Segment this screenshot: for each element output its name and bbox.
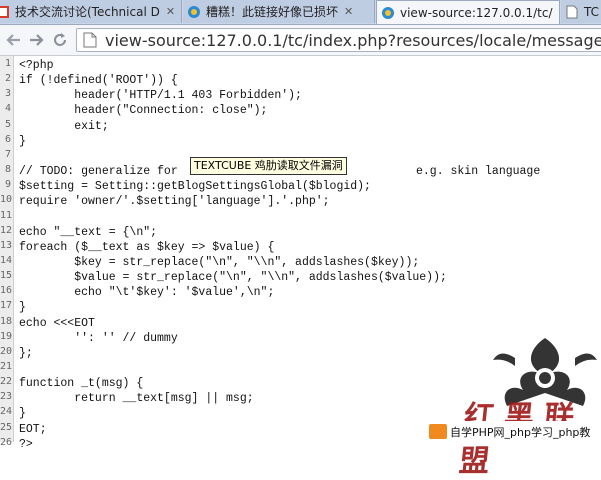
line-number: 23	[0, 391, 13, 403]
page-icon	[83, 32, 101, 48]
error-favicon-icon	[186, 4, 202, 20]
line-number: 11	[0, 209, 13, 221]
forward-arrow-icon[interactable]	[26, 30, 46, 50]
code-line: }	[19, 134, 26, 148]
code-line: };	[19, 346, 33, 360]
tab-label: view-source:127.0.0.1/tc/	[400, 5, 553, 20]
reload-icon[interactable]	[50, 30, 70, 50]
tab-bar: 技术交流讨论(Technical D ✕ 糟糕！此链接好像已损坏 ✕ view-…	[0, 0, 601, 25]
tab-label: 糟糕！此链接好像已损坏	[206, 5, 339, 19]
code-line: foreach ($__text as $key => $value) {	[19, 240, 275, 254]
line-number: 19	[0, 330, 13, 342]
line-number: 13	[0, 239, 13, 251]
line-number: 22	[0, 376, 13, 388]
code-line: // TODO: generalize for	[19, 165, 178, 179]
close-icon[interactable]: ✕	[166, 5, 175, 18]
line-number: 24	[0, 406, 13, 418]
close-icon[interactable]: ✕	[344, 5, 353, 18]
tab-view-source[interactable]: view-source:127.0.0.1/tc/ ✕	[376, 0, 560, 24]
tab-broken-link[interactable]: 糟糕！此链接好像已损坏 ✕	[183, 0, 375, 23]
page-favicon-icon	[564, 4, 580, 20]
code-line: ?>	[19, 437, 33, 451]
line-number: 18	[0, 315, 13, 327]
code-line: <?php	[19, 59, 54, 72]
code-line: require 'owner/'.$setting['language'].'.…	[19, 195, 330, 209]
code-line: EOT;	[19, 422, 47, 436]
line-number: 10	[0, 194, 13, 206]
line-number: 17	[0, 300, 13, 312]
line-number: 2	[4, 73, 11, 85]
line-number: 7	[4, 148, 11, 160]
line-number-gutter: 1 2 3 4 5 6 7 8 9 10 11 12 13 14 15 16 17 18 19 20 21 22 23 24 2…	[0, 56, 14, 448]
code-line: $value = str_replace("\n", "\\n", addsla…	[19, 271, 447, 285]
line-number: 1	[4, 58, 11, 69]
code-line-tail: e.g. skin language	[416, 165, 541, 179]
line-number: 8	[4, 164, 11, 176]
address-bar[interactable]: view-source:127.0.0.1/tc/index.php?resou…	[76, 28, 601, 52]
code-line: exit;	[19, 119, 109, 133]
line-number: 20	[0, 345, 13, 357]
code-line: echo "\t'$key': '$value',\n";	[19, 286, 275, 300]
code-line: $setting = Setting::getBlogSettingsGloba…	[19, 180, 371, 194]
tab-label: TC	[584, 4, 600, 19]
code-line: header("Connection: close");	[19, 104, 268, 118]
line-number: 21	[0, 361, 13, 372]
line-number: 14	[0, 254, 13, 266]
code-line: return __text[msg] || msg;	[19, 392, 254, 406]
code-line: function _t(msg) {	[19, 377, 144, 391]
address-bar-url: view-source:127.0.0.1/tc/index.php?resou…	[105, 30, 601, 50]
code-line: header('HTTP/1.1 403 Forbidden');	[19, 89, 302, 103]
tab-label: 技术交流讨论(Technical D	[15, 5, 160, 19]
code-line: '': '' // dummy	[19, 331, 178, 345]
page-favicon-icon	[380, 5, 396, 21]
close-icon[interactable]: ✕	[559, 6, 560, 19]
line-number: 15	[0, 270, 13, 282]
back-arrow-icon[interactable]	[4, 30, 24, 50]
tab-forum[interactable]: 技术交流讨论(Technical D ✕	[0, 0, 182, 23]
line-number: 6	[4, 133, 11, 145]
site-logo-icon	[429, 424, 447, 439]
code-line: }	[19, 301, 26, 315]
watermark-footer-text: 自学PHP网_php学习_php教	[450, 425, 591, 439]
toolbar: view-source:127.0.0.1/tc/index.php?resou…	[0, 25, 601, 56]
line-number: 3	[4, 88, 11, 100]
watermark-footer: 自学PHP网_php学习_php教	[425, 421, 601, 442]
line-number: 5	[4, 118, 11, 130]
code-line: if (!defined('ROOT')) {	[19, 74, 178, 88]
line-number: 9	[4, 179, 11, 191]
line-number: 16	[0, 285, 13, 297]
line-number: 12	[0, 224, 13, 236]
forum-favicon-icon	[0, 4, 11, 20]
line-number: 26	[0, 436, 13, 448]
tab-tc[interactable]: TC	[561, 0, 601, 23]
tooltip: TEXTCUBE 鸡肋读取文件漏洞	[190, 157, 347, 175]
line-number: 4	[4, 103, 11, 115]
code-line: }	[19, 407, 26, 421]
code-line: echo <<<EOT	[19, 316, 95, 330]
line-number: 25	[0, 421, 13, 433]
code-line: echo "__text = {\n";	[19, 225, 158, 239]
code-line: $key = str_replace("\n", "\\n", addslash…	[19, 255, 420, 269]
